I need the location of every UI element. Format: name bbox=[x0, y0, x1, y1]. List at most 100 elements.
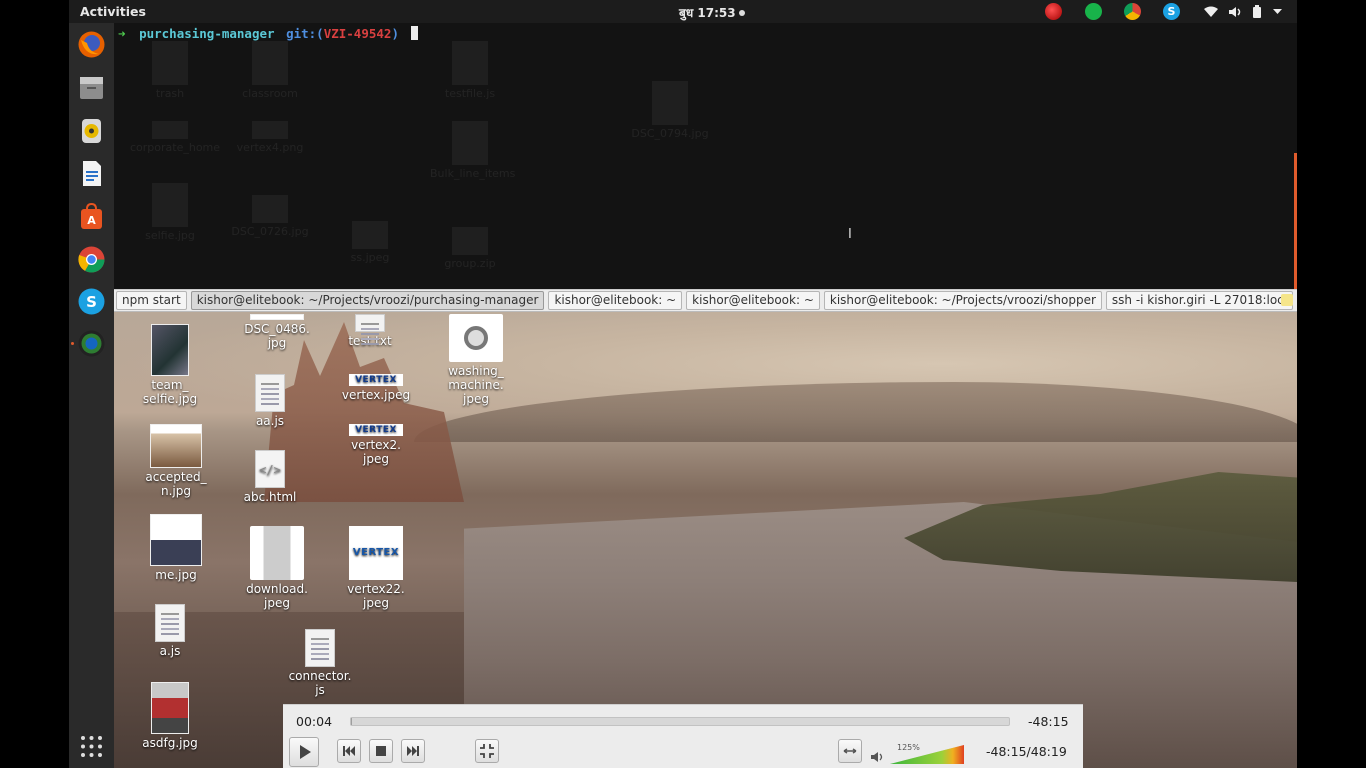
stop-button[interactable] bbox=[369, 739, 393, 763]
rhythmbox-icon[interactable] bbox=[77, 116, 106, 145]
desktop-file-asdfg[interactable]: asdfg.jpg bbox=[130, 682, 210, 750]
file-label: accepted_ n.jpg bbox=[145, 470, 207, 498]
washing-machine-thumbnail bbox=[449, 314, 503, 362]
chrome-icon[interactable] bbox=[77, 245, 106, 274]
vertex-logo-thumbnail: VERTEX bbox=[349, 374, 403, 386]
terminal-tab[interactable]: kishor@elitebook: ~ bbox=[686, 291, 820, 310]
svg-text:S: S bbox=[86, 293, 97, 311]
desktop-file-dsc-0486[interactable]: DSC_0486. jpg bbox=[237, 314, 317, 350]
terminal-tab[interactable]: npm start bbox=[116, 291, 187, 310]
image-thumbnail bbox=[150, 514, 202, 566]
time-counter: -48:15/48:19 bbox=[986, 744, 1067, 759]
skype-icon[interactable]: S bbox=[77, 287, 106, 316]
more-tabs-icon[interactable] bbox=[1281, 294, 1293, 306]
record-icon[interactable] bbox=[1045, 3, 1062, 20]
terminal-tab[interactable]: ssh -i kishor.giri -L 27018:localhost:2 bbox=[1105, 291, 1293, 310]
file-label: a.js bbox=[159, 644, 181, 658]
seek-bar[interactable] bbox=[350, 717, 1010, 726]
desktop-file-vertex22[interactable]: VERTEX vertex22. jpeg bbox=[336, 526, 416, 610]
prompt-directory: purchasing-manager bbox=[139, 26, 275, 41]
volume-percent: 125% bbox=[897, 743, 920, 752]
hangouts-icon[interactable] bbox=[1085, 3, 1102, 20]
desktop-file-washing-machine[interactable]: washing_ machine. jpeg bbox=[436, 314, 516, 406]
terminal-icon[interactable] bbox=[77, 329, 106, 358]
terminal-window[interactable]: trash classroom testfile.js DSC_0794.jpg… bbox=[114, 23, 1297, 289]
desktop-file-abc-html[interactable]: </> abc.html bbox=[230, 450, 310, 504]
battery-icon[interactable] bbox=[1252, 3, 1262, 20]
clock[interactable]: बुध 17:53 bbox=[679, 4, 745, 21]
dock: A S bbox=[69, 23, 114, 768]
files-icon[interactable] bbox=[77, 73, 106, 102]
fullscreen-exit-button[interactable] bbox=[475, 739, 499, 763]
file-label: DSC_0486. jpg bbox=[244, 322, 310, 350]
software-center-icon[interactable]: A bbox=[77, 202, 106, 231]
file-label: aa.js bbox=[255, 414, 285, 428]
elapsed-time: 00:04 bbox=[296, 714, 333, 729]
html-file-icon: </> bbox=[255, 450, 285, 488]
speaker-icon[interactable] bbox=[870, 750, 884, 764]
desktop-file-vertex2[interactable]: VERTEX vertex2. jpeg bbox=[336, 424, 416, 466]
ghost-desktop-icon: classroom bbox=[230, 41, 310, 100]
desktop-file-me[interactable]: me.jpg bbox=[136, 514, 216, 582]
vertex-logo-thumbnail: VERTEX bbox=[349, 424, 403, 436]
text-cursor bbox=[410, 26, 418, 40]
previous-button[interactable] bbox=[337, 739, 361, 763]
terminal-tab-active[interactable]: kishor@elitebook: ~/Projects/vroozi/purc… bbox=[190, 291, 545, 310]
desktop: team_ selfie.jpg accepted_ n.jpg me.jpg … bbox=[114, 312, 1297, 768]
image-thumbnail bbox=[151, 324, 189, 376]
file-label: vertex2. jpeg bbox=[351, 438, 401, 466]
file-label: asdfg.jpg bbox=[142, 736, 198, 750]
wifi-icon[interactable] bbox=[1204, 3, 1218, 20]
ghost-desktop-icon: selfie.jpg bbox=[130, 183, 210, 242]
play-button[interactable] bbox=[289, 737, 319, 767]
file-label: vertex.jpeg bbox=[341, 388, 411, 402]
image-thumbnail bbox=[250, 314, 304, 320]
document-icon bbox=[155, 604, 185, 642]
vertex-logo-thumbnail: VERTEX bbox=[349, 526, 403, 580]
ghost-desktop-icon: trash bbox=[130, 41, 210, 100]
document-icon bbox=[355, 314, 385, 332]
next-button[interactable] bbox=[401, 739, 425, 763]
firefox-icon[interactable] bbox=[77, 30, 106, 59]
writer-icon[interactable] bbox=[77, 159, 106, 188]
shell-prompt[interactable]: ➜ purchasing-manager git:(VZI-49542) bbox=[118, 26, 418, 41]
notification-dot bbox=[738, 10, 745, 16]
fridge-thumbnail bbox=[250, 526, 304, 580]
image-thumbnail bbox=[151, 682, 189, 734]
prompt-branch: VZI-49542 bbox=[323, 26, 392, 41]
file-label: download. jpeg bbox=[246, 582, 308, 610]
svg-text:A: A bbox=[87, 214, 96, 227]
dropdown-icon[interactable] bbox=[1273, 3, 1282, 20]
desktop-file-test-txt[interactable]: test.txt bbox=[330, 314, 410, 348]
desktop-file-download[interactable]: download. jpeg bbox=[237, 526, 317, 610]
ghost-desktop-icon: group.zip bbox=[430, 227, 510, 270]
ibeam-cursor-icon: I bbox=[848, 227, 852, 242]
terminal-tab-bar: npm start kishor@elitebook: ~/Projects/v… bbox=[114, 289, 1297, 312]
terminal-tab[interactable]: kishor@elitebook: ~/Projects/vroozi/shop… bbox=[823, 291, 1102, 310]
desktop-file-accepted[interactable]: accepted_ n.jpg bbox=[136, 424, 216, 498]
remaining-time[interactable]: -48:15 bbox=[1028, 714, 1069, 729]
ghost-desktop-icon: vertex4.png bbox=[230, 121, 310, 154]
prompt-git-label: git:( bbox=[286, 26, 324, 41]
file-label: team_ selfie.jpg bbox=[142, 378, 198, 406]
terminal-scrollbar[interactable] bbox=[1294, 153, 1297, 289]
ghost-desktop-icon: DSC_0726.jpg bbox=[230, 195, 310, 238]
prompt-arrow: ➜ bbox=[118, 26, 126, 41]
desktop-file-team-selfie[interactable]: team_ selfie.jpg bbox=[130, 324, 210, 406]
file-label: washing_ machine. jpeg bbox=[448, 364, 504, 406]
ab-loop-button[interactable] bbox=[838, 739, 862, 763]
show-apps-icon[interactable] bbox=[77, 732, 106, 761]
ghost-desktop-icon: corporate_home bbox=[130, 121, 220, 154]
desktop-file-vertex-jpeg[interactable]: VERTEX vertex.jpeg bbox=[336, 374, 416, 402]
volume-icon[interactable] bbox=[1228, 3, 1242, 20]
desktop-file-aa-js[interactable]: aa.js bbox=[230, 374, 310, 428]
chrome-tray-icon[interactable] bbox=[1124, 3, 1141, 20]
skype-tray-icon[interactable]: S bbox=[1163, 3, 1180, 20]
ghost-desktop-icon: Bulk_line_items bbox=[430, 121, 515, 180]
desktop-file-a-js[interactable]: a.js bbox=[130, 604, 210, 658]
activities-button[interactable]: Activities bbox=[80, 4, 146, 19]
desktop-file-connector[interactable]: connector. js bbox=[280, 629, 360, 697]
terminal-tab[interactable]: kishor@elitebook: ~ bbox=[548, 291, 683, 310]
media-player-controls: 00:04 -48:15 125% -48:15/48:19 bbox=[283, 704, 1083, 768]
file-label: test.txt bbox=[348, 334, 392, 348]
